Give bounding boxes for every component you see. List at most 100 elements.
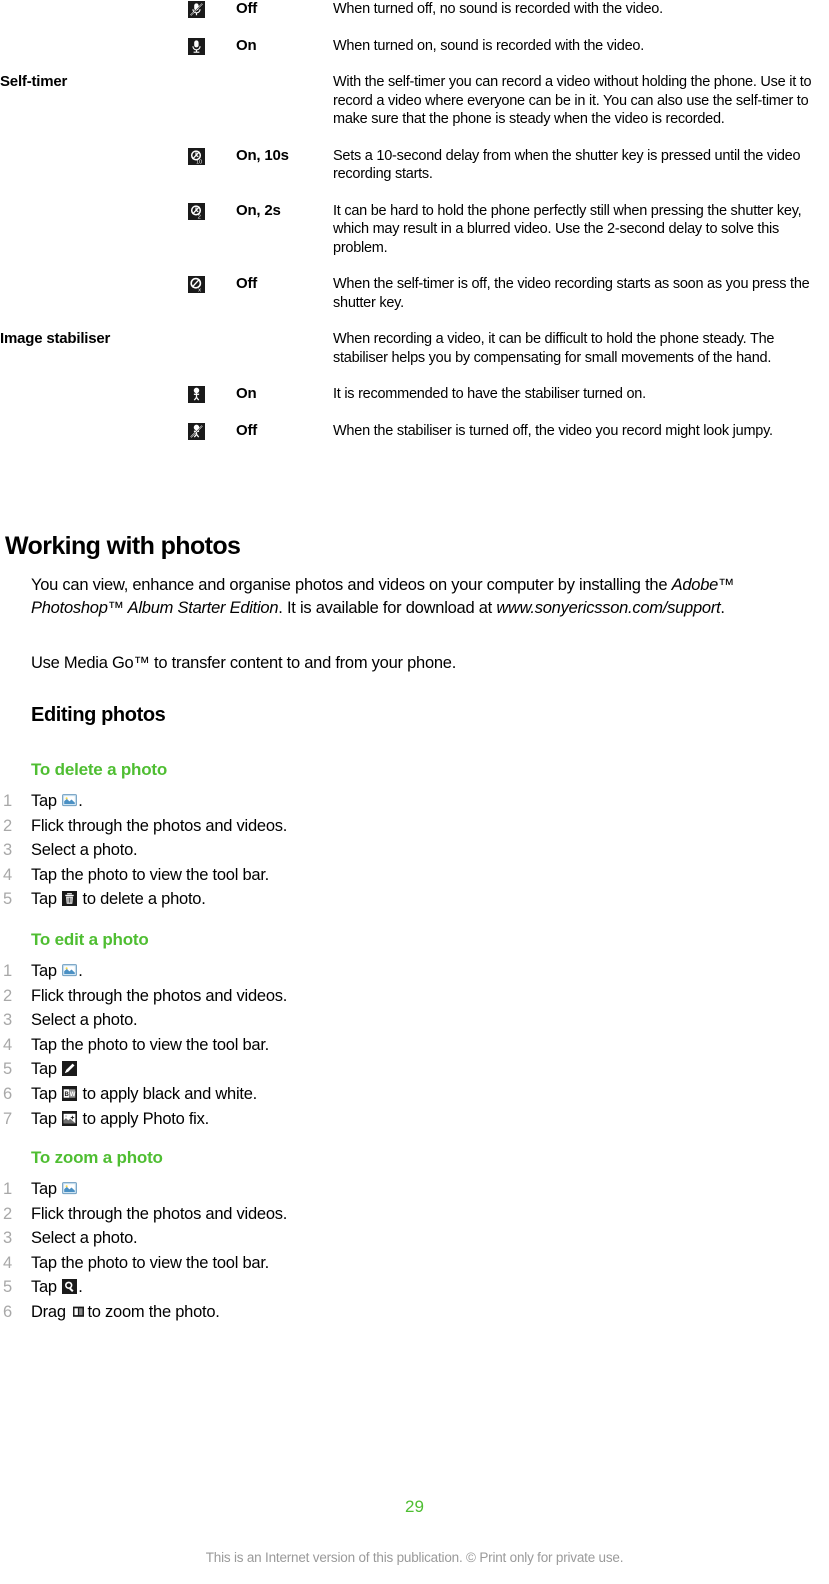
procedure-steps-delete-photo: Tap . Flick through the photos and video… xyxy=(0,789,520,912)
step-text-pre: Tap xyxy=(31,962,62,980)
setting-name xyxy=(0,37,188,74)
step-text-pre: Select a photo. xyxy=(31,1229,138,1248)
option-name xyxy=(236,330,333,385)
black-and-white-icon: BW xyxy=(62,1085,78,1101)
setting-name xyxy=(0,147,188,202)
page-title-working-with-photos: Working with photos xyxy=(5,532,241,560)
self-timer-off-icon: x xyxy=(188,276,205,293)
option-name: On xyxy=(236,36,257,54)
step-text-pre: Drag xyxy=(31,1302,71,1321)
option-description: When turned off, no sound is recorded wi… xyxy=(333,1,663,17)
document-page: Off When turned off, no sound is recorde… xyxy=(0,0,829,1584)
option-description: When turned on, sound is recorded with t… xyxy=(333,37,644,54)
step-text-pre: Flick through the photos and videos. xyxy=(31,816,288,835)
table-row: On It is recommended to have the stabili… xyxy=(0,385,819,422)
step-text-post: to zoom the photo. xyxy=(83,1302,220,1321)
stabiliser-on-icon xyxy=(188,386,205,403)
icon-cell xyxy=(188,330,236,385)
step-text-post: . xyxy=(78,792,83,810)
microphone-off-icon xyxy=(188,1,205,18)
list-item: Tap . xyxy=(0,1275,520,1300)
list-item: Tap to delete a photo. xyxy=(0,887,520,912)
setting-description: With the self-timer you can record a vid… xyxy=(333,74,812,127)
microphone-on-icon xyxy=(188,37,205,55)
svg-text:W: W xyxy=(70,1092,76,1098)
icon-cell: 2 xyxy=(188,202,236,276)
step-text-post: . xyxy=(78,962,83,980)
step-text-pre: Tap xyxy=(31,1084,62,1103)
icon-cell xyxy=(188,385,236,422)
svg-text:10: 10 xyxy=(196,159,202,165)
footer-copyright-note: This is an Internet version of this publ… xyxy=(205,1550,624,1565)
list-item: Tap the photo to view the tool bar. xyxy=(0,1033,520,1058)
option-name: Off xyxy=(236,275,258,292)
support-url: www.sonyericsson.com/support xyxy=(496,598,721,617)
list-item: Select a photo. xyxy=(0,1008,520,1033)
icon-cell xyxy=(188,37,236,74)
option-name: On, 10s xyxy=(236,146,289,164)
step-text-post: to apply Photo fix. xyxy=(78,1109,210,1128)
gallery-icon xyxy=(62,1181,78,1196)
list-item: Tap BW to apply black and white. xyxy=(0,1082,520,1107)
setting-description: When recording a video, it can be diffic… xyxy=(333,331,775,366)
setting-name xyxy=(0,275,188,330)
list-item: Tap xyxy=(0,1057,520,1082)
setting-name xyxy=(0,202,188,276)
icon-cell xyxy=(188,0,236,37)
list-item: Tap the photo to view the tool bar. xyxy=(0,863,520,888)
self-timer-10s-icon: 10 xyxy=(188,147,205,165)
media-go-paragraph: Use Media Go™ to transfer content to and… xyxy=(31,654,457,672)
icon-cell xyxy=(188,73,236,147)
step-text-pre: Tap the photo to view the tool bar. xyxy=(31,1035,270,1054)
procedure-steps-zoom-photo: Tap Flick through the photos and videos.… xyxy=(0,1177,520,1325)
trash-icon xyxy=(62,891,78,907)
icon-cell: 10 xyxy=(188,147,236,202)
setting-name xyxy=(0,0,188,37)
svg-text:2: 2 xyxy=(198,214,201,220)
intro-text-part-2: . It is available for download at xyxy=(278,598,497,617)
magnifier-icon xyxy=(62,1279,78,1295)
procedure-title-delete-photo: To delete a photo xyxy=(31,760,168,779)
list-item: Drag to zoom the photo. xyxy=(0,1300,520,1325)
step-text-pre: Tap xyxy=(31,792,62,810)
option-description: When the stabiliser is turned off, the v… xyxy=(333,422,773,439)
step-text-pre: Tap the photo to view the tool bar. xyxy=(31,1253,270,1272)
gallery-icon xyxy=(62,793,78,808)
setting-name xyxy=(0,385,188,422)
option-name: On xyxy=(236,385,257,402)
setting-name-self-timer: Self-timer xyxy=(0,73,68,90)
list-item: Select a photo. xyxy=(0,838,520,863)
stabiliser-off-icon xyxy=(188,422,205,440)
list-item: Select a photo. xyxy=(0,1226,520,1251)
option-name: Off xyxy=(236,0,258,17)
list-item: Tap . xyxy=(0,789,520,814)
list-item: Flick through the photos and videos. xyxy=(0,984,520,1009)
video-settings-table: Off When turned off, no sound is recorde… xyxy=(0,0,819,458)
option-name xyxy=(236,73,333,147)
list-item: Tap to apply Photo fix. xyxy=(0,1107,520,1132)
step-text-pre: Tap xyxy=(31,1180,62,1198)
option-description: Sets a 10-second delay from when the shu… xyxy=(333,147,801,183)
icon-cell xyxy=(188,422,236,459)
table-row: On When turned on, sound is recorded wit… xyxy=(0,37,819,74)
table-row: Image stabiliser When recording a video,… xyxy=(0,330,819,385)
option-name: Off xyxy=(236,421,258,439)
step-text-pre: Flick through the photos and videos. xyxy=(31,986,288,1005)
step-text-pre: Flick through the photos and videos. xyxy=(31,1204,288,1223)
video-settings-table-wrapper: Off When turned off, no sound is recorde… xyxy=(0,0,819,458)
option-description: It is recommended to have the stabiliser… xyxy=(333,386,646,402)
subsection-title-editing-photos: Editing photos xyxy=(31,704,166,726)
table-row: 2 On, 2s It can be hard to hold the phon… xyxy=(0,202,819,276)
setting-name-image-stabiliser: Image stabiliser xyxy=(0,330,111,347)
step-text-post: to apply black and white. xyxy=(78,1084,258,1103)
list-item: Flick through the photos and videos. xyxy=(0,814,520,839)
intro-paragraph: You can view, enhance and organise photo… xyxy=(31,574,826,619)
pencil-icon xyxy=(62,1061,78,1077)
gallery-icon xyxy=(62,963,78,978)
step-text-pre: Tap xyxy=(31,890,62,909)
table-row: Off When turned off, no sound is recorde… xyxy=(0,0,819,37)
list-item: Tap . xyxy=(0,959,520,984)
photo-fix-icon xyxy=(62,1110,78,1126)
table-row: Off When the stabiliser is turned off, t… xyxy=(0,422,819,459)
setting-name xyxy=(0,422,188,459)
